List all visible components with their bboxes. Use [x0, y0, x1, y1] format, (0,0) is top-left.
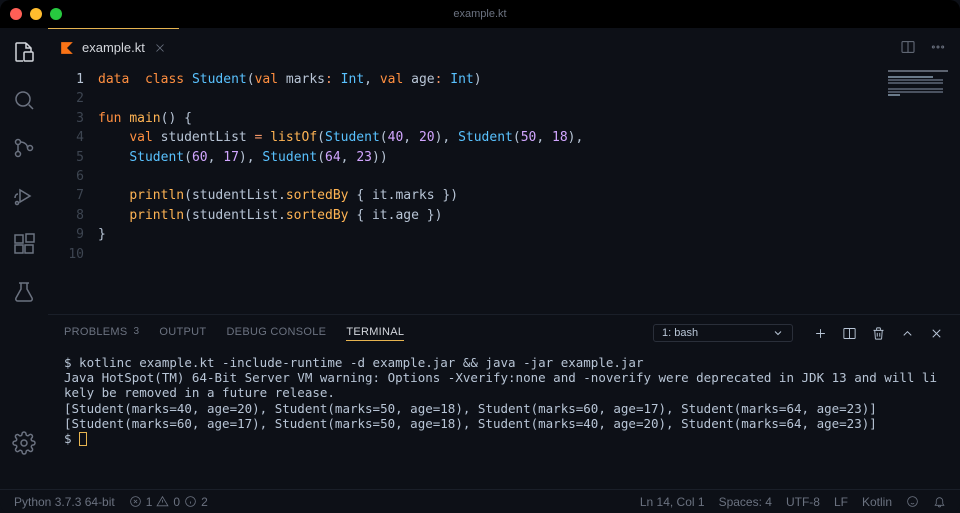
maximize-panel-icon[interactable] [900, 326, 915, 341]
split-editor-icon[interactable] [900, 39, 916, 55]
status-errors[interactable]: 1 0 2 [129, 495, 208, 509]
line-gutter: 12345678910 [48, 66, 98, 314]
status-bar: Python 3.7.3 64-bit 1 0 2 Ln 14, Col 1 S… [0, 489, 960, 513]
tab-label: example.kt [82, 40, 145, 55]
new-terminal-icon[interactable] [813, 326, 828, 341]
title-bar: example.kt [0, 0, 960, 28]
close-panel-icon[interactable] [929, 326, 944, 341]
close-window-button[interactable] [10, 8, 22, 20]
window-controls [10, 8, 62, 20]
code-area[interactable]: data class Student(val marks: Int, val a… [98, 66, 880, 314]
panel-tab-debug-console[interactable]: DEBUG CONSOLE [226, 326, 326, 341]
editor-tabs: example.kt [48, 28, 960, 66]
status-lncol[interactable]: Ln 14, Col 1 [640, 495, 705, 509]
problems-count: 3 [134, 326, 140, 337]
status-feedback-icon[interactable] [906, 495, 919, 508]
panel-tab-terminal[interactable]: TERMINAL [346, 326, 404, 341]
settings-gear-icon[interactable] [12, 431, 36, 455]
minimize-window-button[interactable] [30, 8, 42, 20]
more-actions-icon[interactable] [930, 39, 946, 55]
kill-terminal-icon[interactable] [871, 326, 886, 341]
activity-bar [0, 28, 48, 489]
window-title: example.kt [453, 8, 506, 20]
minimap[interactable] [880, 66, 960, 314]
terminal-selector[interactable]: 1: bash [653, 324, 793, 342]
terminal-output[interactable]: $ kotlinc example.kt -include-runtime -d… [48, 351, 960, 489]
bottom-panel: PROBLEMS 3 OUTPUT DEBUG CONSOLE TERMINAL… [48, 314, 960, 489]
panel-tab-output[interactable]: OUTPUT [159, 326, 206, 341]
chevron-down-icon [772, 327, 784, 339]
status-python[interactable]: Python 3.7.3 64-bit [14, 495, 115, 509]
status-eol[interactable]: LF [834, 495, 848, 509]
maximize-window-button[interactable] [50, 8, 62, 20]
extensions-icon[interactable] [12, 232, 36, 256]
status-spaces[interactable]: Spaces: 4 [719, 495, 772, 509]
search-icon[interactable] [12, 88, 36, 112]
kotlin-file-icon [60, 41, 74, 55]
status-bell-icon[interactable] [933, 495, 946, 508]
testing-icon[interactable] [12, 280, 36, 304]
tab-example-kt[interactable]: example.kt [48, 28, 179, 66]
editor[interactable]: 12345678910 data class Student(val marks… [48, 66, 960, 314]
explorer-icon[interactable] [12, 40, 36, 64]
source-control-icon[interactable] [12, 136, 36, 160]
panel-tab-problems[interactable]: PROBLEMS 3 [64, 326, 139, 341]
status-encoding[interactable]: UTF-8 [786, 495, 820, 509]
tab-close-icon[interactable] [153, 41, 167, 55]
split-terminal-icon[interactable] [842, 326, 857, 341]
status-language[interactable]: Kotlin [862, 495, 892, 509]
run-debug-icon[interactable] [12, 184, 36, 208]
